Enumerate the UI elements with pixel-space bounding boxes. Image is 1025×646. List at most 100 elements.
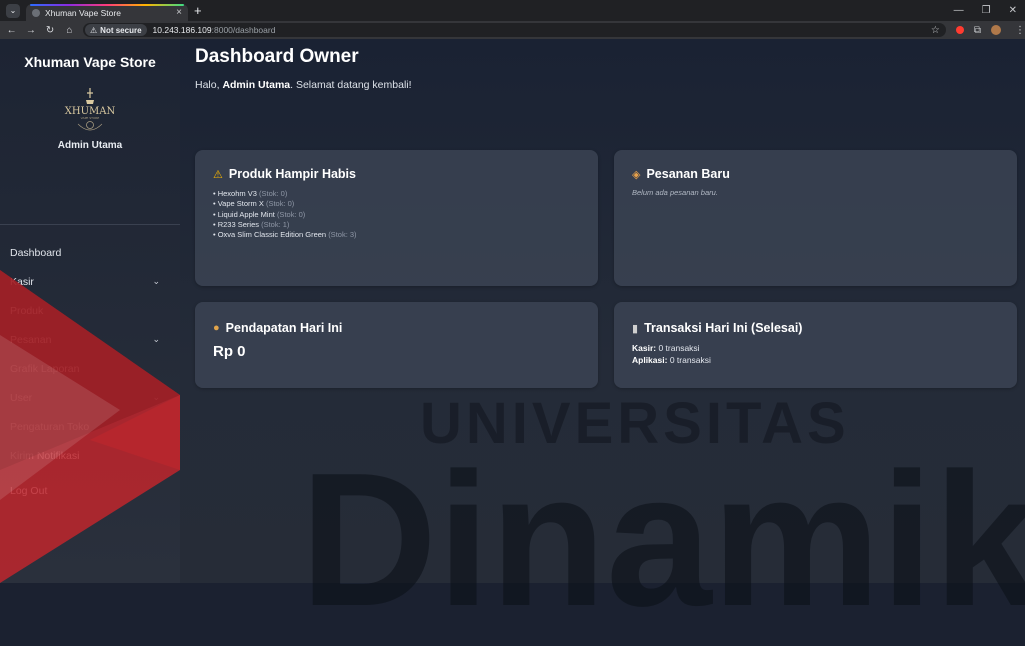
app-value: 0 transaksi	[669, 355, 711, 365]
kasir-value: 0 transaksi	[658, 343, 700, 353]
list-item: • Hexohm V3 (Stok: 0)	[213, 189, 288, 198]
stock-note: (Stok: 0)	[276, 209, 306, 219]
bookmark-star-icon[interactable]: ☆	[931, 25, 940, 36]
greeting-text: Halo, Admin Utama. Selamat datang kembal…	[195, 79, 412, 91]
product-name: R233 Series	[217, 219, 259, 229]
browser-tab-bar: ⌄ Xhuman Vape Store × + — ❐ ✕	[0, 0, 1025, 21]
security-chip[interactable]: ⚠ Not secure	[85, 24, 147, 36]
sidebar-item-user[interactable]: User ⌄	[0, 383, 180, 412]
chevron-down-icon: ⌄	[152, 276, 160, 286]
store-logo: XHUMAN VAPE STORE	[65, 88, 115, 131]
logo-subtext: VAPE STORE	[81, 116, 100, 120]
browser-menu-icon[interactable]: ⋮	[1015, 25, 1025, 36]
browser-tab[interactable]: Xhuman Vape Store ×	[26, 4, 188, 21]
sidebar-user-name: Admin Utama	[57, 140, 123, 151]
tab-close-icon[interactable]: ×	[176, 7, 182, 18]
url-path: :8000/dashboard	[211, 25, 276, 35]
new-orders-empty: Belum ada pesanan baru.	[632, 188, 718, 197]
back-icon[interactable]: ←	[4, 25, 19, 36]
browser-toolbar: ← → ↻ ⌂ ⚠ Not secure 10.243.186.109 :800…	[0, 21, 1025, 39]
extension-icon[interactable]	[955, 26, 964, 34]
window-controls: — ❐ ✕	[954, 5, 1017, 16]
greeting-prefix: Halo,	[195, 79, 223, 91]
extension-icons: ⧉ ⋮	[955, 25, 1025, 36]
sidebar-item-produk[interactable]: Produk	[0, 296, 180, 325]
revenue-title: ● Pendapatan Hari Ini	[213, 321, 580, 335]
new-tab-button[interactable]: +	[194, 3, 202, 18]
chevron-down-icon: ⌄	[152, 334, 160, 344]
low-stock-list: • Hexohm V3 (Stok: 0) • Vape Storm X (St…	[213, 189, 580, 240]
list-item: • Oxva Slim Classic Edition Green (Stok:…	[213, 230, 357, 240]
sidebar-item-label: Kasir	[10, 275, 34, 288]
restore-icon[interactable]: ❐	[982, 5, 991, 16]
sidebar-item-grafik-laporan[interactable]: Grafik Laporan	[0, 354, 180, 383]
low-stock-title-text: Produk Hampir Habis	[228, 167, 356, 181]
low-stock-card: ⚠ Produk Hampir Habis • Hexohm V3 (Stok:…	[195, 150, 598, 286]
page-title: Dashboard Owner	[195, 46, 359, 67]
warning-triangle-icon: ⚠	[90, 25, 98, 35]
home-icon[interactable]: ⌂	[62, 25, 77, 36]
close-window-icon[interactable]: ✕	[1009, 5, 1017, 16]
profile-avatar[interactable]	[991, 25, 1001, 35]
sidebar-item-dashboard[interactable]: Dashboard	[0, 238, 180, 267]
list-item: • R233 Series (Stok: 1)	[213, 219, 290, 229]
transactions-detail: Kasir: 0 transaksi Aplikasi: 0 transaksi	[632, 342, 999, 366]
greeting-suffix: . Selamat datang kembali!	[290, 79, 412, 91]
product-name: Vape Storm X	[217, 199, 264, 209]
sidebar-item-logout[interactable]: Log Out	[0, 476, 180, 505]
tab-search-icon[interactable]: ⌄	[6, 3, 20, 18]
sidebar-item-label: Pesanan	[10, 333, 52, 346]
sidebar-item-label: Pengaturan Toko	[10, 420, 90, 433]
tab-accent-bar	[30, 4, 184, 6]
sidebar-item-pesanan[interactable]: Pesanan ⌄	[0, 325, 180, 354]
new-orders-title: ◈ Pesanan Baru	[632, 167, 999, 181]
low-stock-title: ⚠ Produk Hampir Habis	[213, 167, 580, 181]
tab-title: Xhuman Vape Store	[45, 7, 121, 18]
stock-note: (Stok: 1)	[261, 219, 290, 229]
revenue-value: Rp 0	[213, 343, 246, 360]
sidebar-item-label: Produk	[10, 304, 44, 317]
sidebar-brand: Xhuman Vape Store	[24, 54, 156, 70]
list-item: • Vape Storm X (Stok: 0)	[213, 199, 295, 209]
warning-icon: ⚠	[213, 168, 223, 181]
forward-icon[interactable]: →	[23, 25, 38, 36]
minimize-icon[interactable]: —	[954, 5, 964, 16]
product-name: Liquid Apple Mint	[217, 209, 275, 219]
extensions-puzzle-icon[interactable]: ⧉	[974, 25, 981, 36]
new-orders-card: ◈ Pesanan Baru Belum ada pesanan baru.	[614, 150, 1017, 286]
sidebar-item-pengaturan-toko[interactable]: Pengaturan Toko	[0, 412, 180, 441]
sidebar-item-label: Dashboard	[10, 246, 62, 259]
receipt-icon: ▮	[632, 322, 639, 335]
sidebar-item-kasir[interactable]: Kasir ⌄	[0, 267, 180, 296]
money-bag-icon: ●	[213, 322, 220, 334]
transactions-title-text: Transaksi Hari Ini (Selesai)	[644, 321, 803, 335]
kasir-label: Kasir:	[632, 343, 657, 353]
stock-note: (Stok: 0)	[265, 199, 295, 209]
product-name: Hexohm V3	[217, 189, 257, 198]
product-name: Oxva Slim Classic Edition Green	[217, 230, 327, 240]
address-bar[interactable]: ⚠ Not secure 10.243.186.109 :8000/dashbo…	[83, 23, 946, 37]
revenue-card: ● Pendapatan Hari Ini Rp 0	[195, 302, 598, 388]
app-label: Aplikasi:	[632, 355, 668, 365]
transactions-title: ▮ Transaksi Hari Ini (Selesai)	[632, 321, 999, 335]
stock-note: (Stok: 0)	[259, 189, 288, 198]
sidebar-item-label: Kirim Notifikasi	[10, 449, 80, 462]
not-secure-label: Not secure	[100, 25, 142, 35]
sidebar-item-label: Grafik Laporan	[10, 362, 80, 375]
new-orders-title-text: Pesanan Baru	[646, 167, 730, 181]
favicon-icon	[32, 8, 40, 17]
greeting-name: Admin Utama	[222, 79, 291, 91]
sidebar-item-kirim-notifikasi[interactable]: Kirim Notifikasi	[0, 441, 180, 470]
app-container: Xhuman Vape Store XHUMAN VAPE STORE Admi…	[0, 39, 1025, 583]
main-content: Dashboard Owner Halo, Admin Utama. Selam…	[180, 39, 1025, 583]
kasir-transactions: Kasir: 0 transaksi	[632, 342, 999, 354]
sidebar: Xhuman Vape Store XHUMAN VAPE STORE Admi…	[0, 39, 180, 583]
stock-note: (Stok: 3)	[328, 230, 357, 240]
list-item: • Liquid Apple Mint (Stok: 0)	[213, 209, 306, 219]
package-icon: ◈	[632, 168, 641, 181]
chevron-down-icon: ⌄	[152, 392, 160, 402]
sidebar-divider	[0, 224, 180, 225]
sidebar-menu: Dashboard Kasir ⌄ Produk Pesanan ⌄ Grafi…	[0, 238, 180, 505]
reload-icon[interactable]: ↻	[43, 25, 58, 36]
transactions-card: ▮ Transaksi Hari Ini (Selesai) Kasir: 0 …	[614, 302, 1017, 388]
